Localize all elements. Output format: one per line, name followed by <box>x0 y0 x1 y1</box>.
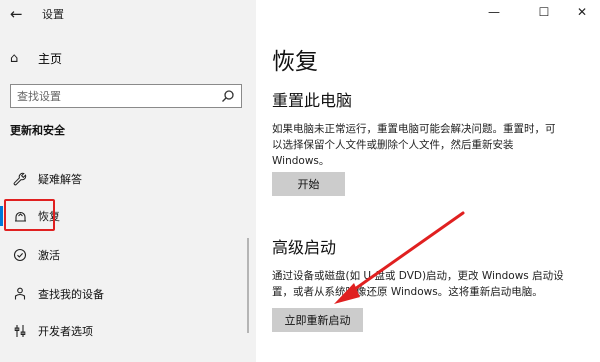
desc-line: 如果电脑未正常运行，重置电脑可能会解决问题。重置时，可 <box>272 123 556 135</box>
sidebar-item-troubleshoot[interactable]: 疑难解答 <box>10 169 82 189</box>
maximize-button[interactable]: ☐ <box>534 4 554 20</box>
minimize-button[interactable]: — <box>484 4 504 20</box>
sidebar-item-label: 查找我的设备 <box>38 288 104 301</box>
section-title: 更新和安全 <box>10 124 65 137</box>
selection-indicator <box>0 206 3 226</box>
sidebar-item-label: 开发者选项 <box>38 325 93 338</box>
wrench-icon <box>10 169 30 189</box>
search-icon[interactable] <box>221 89 235 103</box>
home-link[interactable]: ⌂ 主页 <box>10 49 62 67</box>
sidebar-item-label: 疑难解答 <box>38 173 82 186</box>
restart-now-button[interactable]: 立即重新启动 <box>272 308 363 332</box>
home-icon: ⌂ <box>10 50 19 66</box>
get-started-button[interactable]: 开始 <box>272 172 345 196</box>
developer-tools-icon <box>10 321 30 341</box>
desc-line: 通过设备或磁盘(如 U 盘或 DVD)启动，更改 Windows 启动设 <box>272 270 564 282</box>
sidebar: ← 设置 ⌂ 主页 更新和安全 疑难解答 恢复 激活 查找 <box>0 0 256 362</box>
advanced-startup-heading: 高级启动 <box>272 238 337 257</box>
advanced-startup-description: 通过设备或磁盘(如 U 盘或 DVD)启动，更改 Windows 启动设 置，或… <box>272 268 590 300</box>
search-box[interactable] <box>10 84 242 108</box>
sidebar-item-label: 激活 <box>38 249 60 262</box>
reset-pc-description: 如果电脑未正常运行，重置电脑可能会解决问题。重置时，可 以选择保留个人文件或删除… <box>272 121 590 169</box>
person-location-icon <box>10 284 30 304</box>
page-title: 恢复 <box>272 49 318 75</box>
reset-pc-heading: 重置此电脑 <box>272 91 353 110</box>
annotation-highlight-box <box>4 199 55 231</box>
desc-line: Windows。 <box>272 155 330 167</box>
desc-line: 以选择保留个人文件或删除个人文件，然后重新安装 <box>272 139 514 151</box>
close-button[interactable]: ✕ <box>572 4 592 20</box>
sidebar-item-developer[interactable]: 开发者选项 <box>10 321 93 341</box>
check-circle-icon <box>10 245 30 265</box>
home-label: 主页 <box>38 51 63 66</box>
back-arrow-icon[interactable]: ← <box>10 4 30 24</box>
sidebar-item-find-my-device[interactable]: 查找我的设备 <box>10 284 104 304</box>
search-input[interactable] <box>11 85 211 108</box>
window-title: 设置 <box>42 8 64 21</box>
scrollbar[interactable] <box>247 238 249 333</box>
sidebar-item-activation[interactable]: 激活 <box>10 245 60 265</box>
desc-line: 置，或者从系统映像还原 Windows。这将重新启动电脑。 <box>272 286 543 298</box>
